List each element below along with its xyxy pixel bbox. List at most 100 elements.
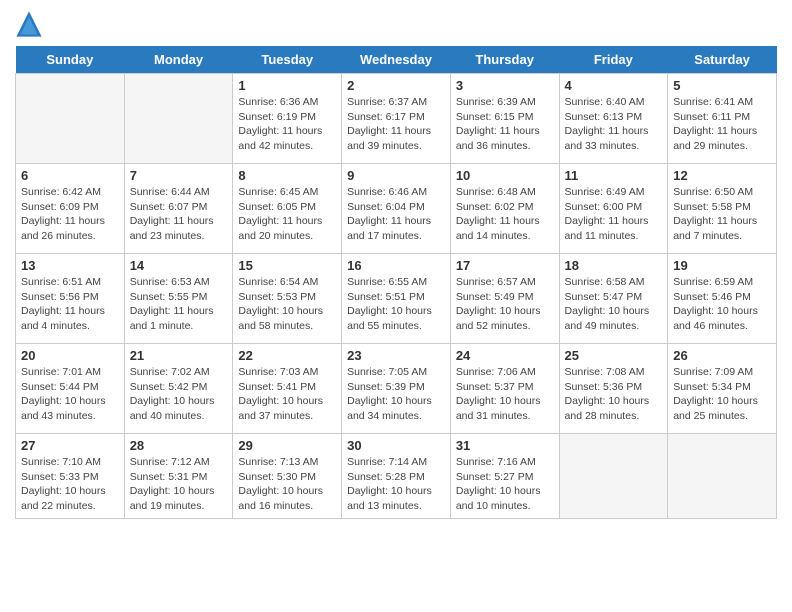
day-info: Sunrise: 6:44 AM Sunset: 6:07 PM Dayligh… bbox=[130, 185, 228, 244]
day-number: 5 bbox=[673, 78, 771, 93]
week-row-3: 13 Sunrise: 6:51 AM Sunset: 5:56 PM Dayli… bbox=[16, 254, 777, 344]
calendar-cell bbox=[559, 434, 668, 519]
day-number: 26 bbox=[673, 348, 771, 363]
header-friday: Friday bbox=[559, 46, 668, 74]
calendar-cell bbox=[124, 74, 233, 164]
day-number: 22 bbox=[238, 348, 336, 363]
calendar-cell: 1Sunrise: 6:36 AM Sunset: 6:19 PM Daylig… bbox=[233, 74, 342, 164]
day-info: Sunrise: 7:10 AM Sunset: 5:33 PM Dayligh… bbox=[21, 455, 119, 514]
calendar-cell: 4 Sunrise: 6:40 AM Sunset: 6:13 PM Daylig… bbox=[559, 74, 668, 164]
day-number: 31 bbox=[456, 438, 554, 453]
day-number: 27 bbox=[21, 438, 119, 453]
day-info: Sunrise: 7:14 AM Sunset: 5:28 PM Dayligh… bbox=[347, 455, 445, 514]
logo bbox=[15, 10, 47, 38]
calendar-cell: 9 Sunrise: 6:46 AM Sunset: 6:04 PM Daylig… bbox=[342, 164, 451, 254]
day-info: Sunrise: 6:41 AM Sunset: 6:11 PM Dayligh… bbox=[673, 95, 771, 154]
day-info: Sunrise: 7:08 AM Sunset: 5:36 PM Dayligh… bbox=[565, 365, 663, 424]
day-number: 14 bbox=[130, 258, 228, 273]
day-number: 6 bbox=[21, 168, 119, 183]
calendar-cell: 5 Sunrise: 6:41 AM Sunset: 6:11 PM Daylig… bbox=[668, 74, 777, 164]
day-info: Sunrise: 6:48 AM Sunset: 6:02 PM Dayligh… bbox=[456, 185, 554, 244]
logo-icon bbox=[15, 10, 43, 38]
day-info: Sunrise: 6:49 AM Sunset: 6:00 PM Dayligh… bbox=[565, 185, 663, 244]
calendar-table: Sunday Monday Tuesday Wednesday Thursday… bbox=[15, 46, 777, 519]
day-info: Sunrise: 7:02 AM Sunset: 5:42 PM Dayligh… bbox=[130, 365, 228, 424]
calendar-cell: 15 Sunrise: 6:54 AM Sunset: 5:53 PM Dayli… bbox=[233, 254, 342, 344]
calendar-cell: 3Sunrise: 6:39 AM Sunset: 6:15 PM Daylig… bbox=[450, 74, 559, 164]
header-tuesday: Tuesday bbox=[233, 46, 342, 74]
day-number: 25 bbox=[565, 348, 663, 363]
calendar-cell: 23Sunrise: 7:05 AM Sunset: 5:39 PM Dayli… bbox=[342, 344, 451, 434]
calendar-cell: 31Sunrise: 7:16 AM Sunset: 5:27 PM Dayli… bbox=[450, 434, 559, 519]
calendar-cell: 13 Sunrise: 6:51 AM Sunset: 5:56 PM Dayli… bbox=[16, 254, 125, 344]
week-row-5: 27 Sunrise: 7:10 AM Sunset: 5:33 PM Dayli… bbox=[16, 434, 777, 519]
day-number: 28 bbox=[130, 438, 228, 453]
day-info: Sunrise: 7:01 AM Sunset: 5:44 PM Dayligh… bbox=[21, 365, 119, 424]
calendar-body: 1Sunrise: 6:36 AM Sunset: 6:19 PM Daylig… bbox=[16, 74, 777, 519]
calendar-cell bbox=[16, 74, 125, 164]
day-info: Sunrise: 6:45 AM Sunset: 6:05 PM Dayligh… bbox=[238, 185, 336, 244]
week-row-2: 6 Sunrise: 6:42 AM Sunset: 6:09 PM Daylig… bbox=[16, 164, 777, 254]
calendar-cell: 30Sunrise: 7:14 AM Sunset: 5:28 PM Dayli… bbox=[342, 434, 451, 519]
calendar-cell: 6 Sunrise: 6:42 AM Sunset: 6:09 PM Daylig… bbox=[16, 164, 125, 254]
calendar-cell: 2 Sunrise: 6:37 AM Sunset: 6:17 PM Daylig… bbox=[342, 74, 451, 164]
day-info: Sunrise: 6:50 AM Sunset: 5:58 PM Dayligh… bbox=[673, 185, 771, 244]
calendar-cell: 26 Sunrise: 7:09 AM Sunset: 5:34 PM Dayli… bbox=[668, 344, 777, 434]
day-info: Sunrise: 6:58 AM Sunset: 5:47 PM Dayligh… bbox=[565, 275, 663, 334]
calendar-cell: 20 Sunrise: 7:01 AM Sunset: 5:44 PM Dayli… bbox=[16, 344, 125, 434]
calendar-cell: 16 Sunrise: 6:55 AM Sunset: 5:51 PM Dayli… bbox=[342, 254, 451, 344]
calendar-cell: 14 Sunrise: 6:53 AM Sunset: 5:55 PM Dayli… bbox=[124, 254, 233, 344]
day-info: Sunrise: 6:39 AM Sunset: 6:15 PM Dayligh… bbox=[456, 95, 554, 154]
calendar-cell: 28 Sunrise: 7:12 AM Sunset: 5:31 PM Dayli… bbox=[124, 434, 233, 519]
calendar-cell bbox=[668, 434, 777, 519]
day-info: Sunrise: 6:46 AM Sunset: 6:04 PM Dayligh… bbox=[347, 185, 445, 244]
day-info: Sunrise: 7:05 AM Sunset: 5:39 PM Dayligh… bbox=[347, 365, 445, 424]
day-info: Sunrise: 7:09 AM Sunset: 5:34 PM Dayligh… bbox=[673, 365, 771, 424]
day-info: Sunrise: 6:42 AM Sunset: 6:09 PM Dayligh… bbox=[21, 185, 119, 244]
calendar-cell: 25 Sunrise: 7:08 AM Sunset: 5:36 PM Dayli… bbox=[559, 344, 668, 434]
day-number: 4 bbox=[565, 78, 663, 93]
page: Sunday Monday Tuesday Wednesday Thursday… bbox=[0, 0, 792, 529]
weekday-header-row: Sunday Monday Tuesday Wednesday Thursday… bbox=[16, 46, 777, 74]
calendar-cell: 18Sunrise: 6:58 AM Sunset: 5:47 PM Dayli… bbox=[559, 254, 668, 344]
day-number: 21 bbox=[130, 348, 228, 363]
day-info: Sunrise: 7:03 AM Sunset: 5:41 PM Dayligh… bbox=[238, 365, 336, 424]
day-info: Sunrise: 6:37 AM Sunset: 6:17 PM Dayligh… bbox=[347, 95, 445, 154]
day-info: Sunrise: 6:57 AM Sunset: 5:49 PM Dayligh… bbox=[456, 275, 554, 334]
calendar-cell: 29Sunrise: 7:13 AM Sunset: 5:30 PM Dayli… bbox=[233, 434, 342, 519]
header-thursday: Thursday bbox=[450, 46, 559, 74]
calendar-cell: 11Sunrise: 6:49 AM Sunset: 6:00 PM Dayli… bbox=[559, 164, 668, 254]
day-info: Sunrise: 6:55 AM Sunset: 5:51 PM Dayligh… bbox=[347, 275, 445, 334]
day-number: 9 bbox=[347, 168, 445, 183]
day-number: 15 bbox=[238, 258, 336, 273]
day-info: Sunrise: 6:36 AM Sunset: 6:19 PM Dayligh… bbox=[238, 95, 336, 154]
day-number: 20 bbox=[21, 348, 119, 363]
day-number: 24 bbox=[456, 348, 554, 363]
day-info: Sunrise: 6:53 AM Sunset: 5:55 PM Dayligh… bbox=[130, 275, 228, 334]
week-row-1: 1Sunrise: 6:36 AM Sunset: 6:19 PM Daylig… bbox=[16, 74, 777, 164]
day-info: Sunrise: 7:12 AM Sunset: 5:31 PM Dayligh… bbox=[130, 455, 228, 514]
day-info: Sunrise: 6:54 AM Sunset: 5:53 PM Dayligh… bbox=[238, 275, 336, 334]
calendar-cell: 22 Sunrise: 7:03 AM Sunset: 5:41 PM Dayli… bbox=[233, 344, 342, 434]
day-number: 13 bbox=[21, 258, 119, 273]
day-number: 7 bbox=[130, 168, 228, 183]
calendar-cell: 12Sunrise: 6:50 AM Sunset: 5:58 PM Dayli… bbox=[668, 164, 777, 254]
header-monday: Monday bbox=[124, 46, 233, 74]
day-number: 16 bbox=[347, 258, 445, 273]
day-info: Sunrise: 6:40 AM Sunset: 6:13 PM Dayligh… bbox=[565, 95, 663, 154]
calendar-cell: 7 Sunrise: 6:44 AM Sunset: 6:07 PM Daylig… bbox=[124, 164, 233, 254]
calendar-cell: 10Sunrise: 6:48 AM Sunset: 6:02 PM Dayli… bbox=[450, 164, 559, 254]
calendar-cell: 24Sunrise: 7:06 AM Sunset: 5:37 PM Dayli… bbox=[450, 344, 559, 434]
day-info: Sunrise: 7:13 AM Sunset: 5:30 PM Dayligh… bbox=[238, 455, 336, 514]
day-number: 2 bbox=[347, 78, 445, 93]
calendar-cell: 17 Sunrise: 6:57 AM Sunset: 5:49 PM Dayli… bbox=[450, 254, 559, 344]
week-row-4: 20 Sunrise: 7:01 AM Sunset: 5:44 PM Dayli… bbox=[16, 344, 777, 434]
header-sunday: Sunday bbox=[16, 46, 125, 74]
day-number: 19 bbox=[673, 258, 771, 273]
day-number: 8 bbox=[238, 168, 336, 183]
day-info: Sunrise: 6:51 AM Sunset: 5:56 PM Dayligh… bbox=[21, 275, 119, 334]
day-number: 17 bbox=[456, 258, 554, 273]
calendar-cell: 8 Sunrise: 6:45 AM Sunset: 6:05 PM Daylig… bbox=[233, 164, 342, 254]
header-saturday: Saturday bbox=[668, 46, 777, 74]
day-info: Sunrise: 6:59 AM Sunset: 5:46 PM Dayligh… bbox=[673, 275, 771, 334]
